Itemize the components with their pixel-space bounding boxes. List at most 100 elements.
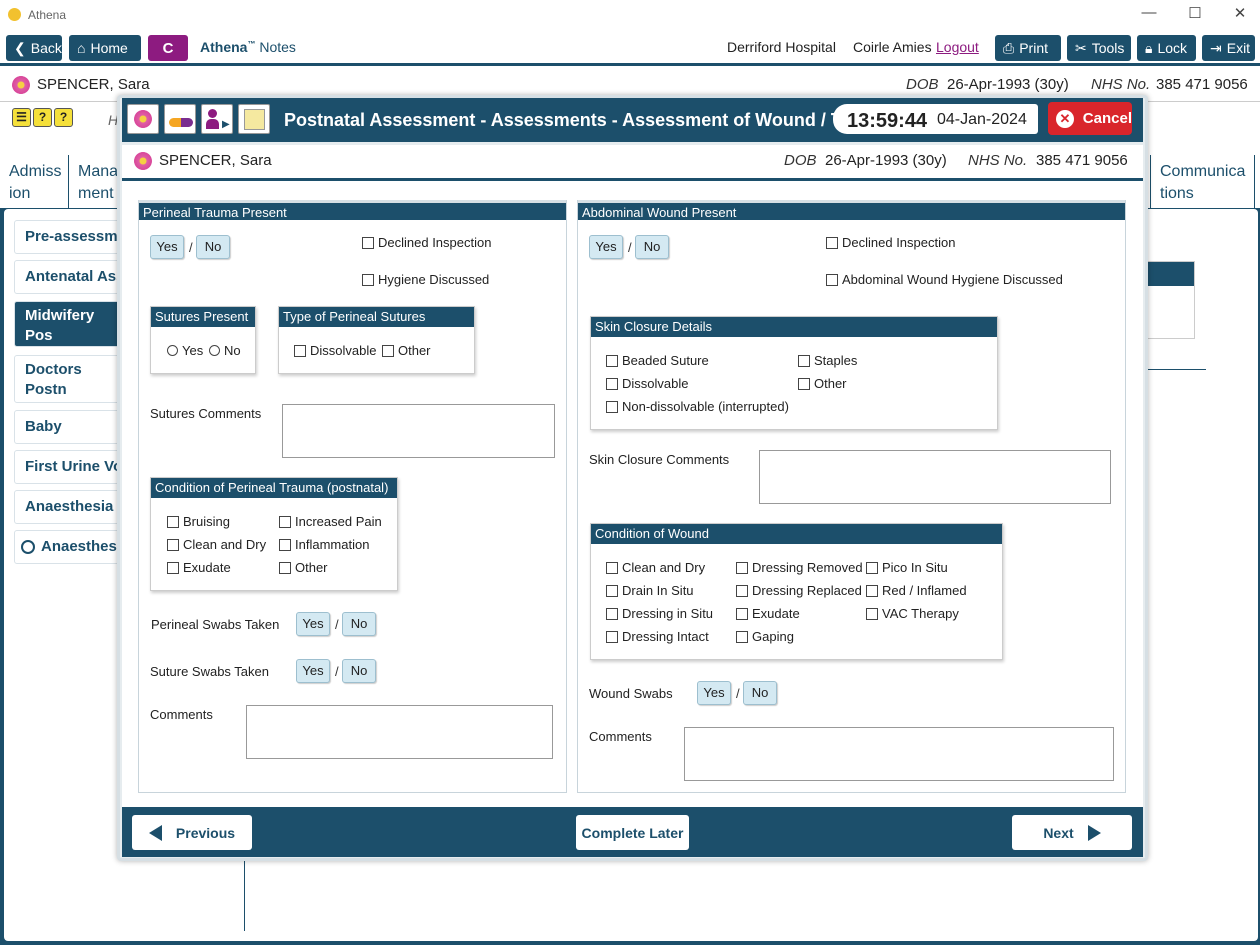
complete-later-button[interactable]: Complete Later <box>576 815 689 850</box>
staples-checkbox[interactable]: Staples <box>798 353 857 368</box>
background-divider <box>1142 369 1206 370</box>
current-date: 04-Jan-2024 <box>937 111 1027 128</box>
dissolvable-checkbox[interactable]: Dissolvable <box>294 343 376 358</box>
vac-therapy-checkbox[interactable]: VAC Therapy <box>866 606 959 621</box>
sidebar-item-first-urine[interactable]: First Urine Voi <box>14 450 134 484</box>
hospital-name: Derriford Hospital <box>727 39 836 55</box>
clean-dry-checkbox[interactable]: Clean and Dry <box>167 537 266 552</box>
medication-icon[interactable] <box>164 104 196 134</box>
lock-icon: 🔒︎ <box>1145 39 1153 56</box>
exit-icon: ⇥ <box>1210 39 1222 56</box>
bruising-checkbox[interactable]: Bruising <box>167 514 230 529</box>
wound-clean-dry-checkbox[interactable]: Clean and Dry <box>606 560 705 575</box>
chevron-left-icon: ❮ <box>14 39 26 56</box>
window-title: Athena <box>28 8 67 22</box>
pico-in-situ-checkbox[interactable]: Pico In Situ <box>866 560 948 575</box>
next-button[interactable]: Next <box>1012 815 1132 850</box>
declined-inspection-checkbox[interactable]: Declined Inspection <box>362 235 491 250</box>
dob-label: DOB <box>784 152 817 169</box>
dressing-replaced-checkbox[interactable]: Dressing Replaced <box>736 583 862 598</box>
sidebar-item-anaesthesia[interactable]: Anaesthesia <box>14 530 134 564</box>
wound-swabs-no-button[interactable]: No <box>743 681 777 705</box>
tools-button[interactable]: ✂ Tools <box>1067 35 1131 61</box>
suture-type-header: Type of Perineal Sutures <box>279 307 474 327</box>
gaping-checkbox[interactable]: Gaping <box>736 629 794 644</box>
user-name: Coirle Amies <box>853 39 932 55</box>
dressing-removed-checkbox[interactable]: Dressing Removed <box>736 560 863 575</box>
back-button[interactable]: ❮ Back <box>6 35 62 61</box>
sidebar-item-baby[interactable]: Baby <box>14 410 134 444</box>
wound-swabs-yes-button[interactable]: Yes <box>697 681 731 705</box>
right-comments-textarea[interactable] <box>684 727 1114 781</box>
skin-dissolvable-checkbox[interactable]: Dissolvable <box>606 376 688 391</box>
tab-admission[interactable]: Admiss ion <box>0 155 69 209</box>
maximize-icon[interactable]: ☐ <box>1180 4 1210 22</box>
sidebar-item-pre-assessment[interactable]: Pre-assessmen <box>14 220 134 254</box>
cancel-button[interactable]: ✕ Cancel <box>1048 102 1132 135</box>
notes-icon[interactable] <box>238 104 270 134</box>
skin-comments-label: Skin Closure Comments <box>589 452 730 467</box>
sidebar-item-doctors-postnatal[interactable]: Doctors Postn Assessments <box>14 355 134 403</box>
arrow-right-icon <box>1087 824 1101 841</box>
sidebar-item-anaesthesia-in[interactable]: Anaesthesia In <box>14 490 134 524</box>
close-window-icon[interactable]: ✕ <box>1225 4 1255 22</box>
logout-link[interactable]: Logout <box>936 39 979 55</box>
abdominal-declined-checkbox[interactable]: Declined Inspection <box>826 235 955 250</box>
perineal-swabs-yes-button[interactable]: Yes <box>296 612 330 636</box>
flower-icon[interactable] <box>127 104 159 134</box>
condition-other-checkbox[interactable]: Other <box>279 560 328 575</box>
sidebar-item-midwifery-postnatal[interactable]: Midwifery Pos Assessments <box>14 301 134 347</box>
abdominal-no-button[interactable]: No <box>635 235 669 259</box>
abdominal-hygiene-checkbox[interactable]: Abdominal Wound Hygiene Discussed <box>826 272 1063 287</box>
dob-label: DOB <box>906 76 939 93</box>
increased-pain-checkbox[interactable]: Increased Pain <box>279 514 382 529</box>
wound-exudate-checkbox[interactable]: Exudate <box>736 606 800 621</box>
sidebar-item-antenatal[interactable]: Antenatal Ass <box>14 260 134 294</box>
exudate-checkbox[interactable]: Exudate <box>167 560 231 575</box>
drain-in-situ-checkbox[interactable]: Drain In Situ <box>606 583 694 598</box>
abdominal-wound-header: Abdominal Wound Present <box>578 200 1125 220</box>
red-inflamed-checkbox[interactable]: Red / Inflamed <box>866 583 967 598</box>
c-button[interactable]: C <box>148 35 188 61</box>
perineal-swabs-label: Perineal Swabs Taken <box>151 617 280 632</box>
sutures-present-header: Sutures Present <box>151 307 255 327</box>
exit-button[interactable]: ⇥ Exit <box>1202 35 1255 61</box>
abdominal-yes-button[interactable]: Yes <box>589 235 623 259</box>
dressing-in-situ-checkbox[interactable]: Dressing in Situ <box>606 606 713 621</box>
wound-condition-header: Condition of Wound <box>591 524 1002 544</box>
dressing-intact-checkbox[interactable]: Dressing Intact <box>606 629 709 644</box>
lock-button[interactable]: 🔒︎ Lock <box>1137 35 1196 61</box>
suture-other-checkbox[interactable]: Other <box>382 343 431 358</box>
help-icon[interactable]: ? <box>33 108 52 127</box>
minimize-icon[interactable]: — <box>1134 4 1164 21</box>
help-icon-2[interactable]: ? <box>54 108 73 127</box>
nhs-label: NHS No. <box>968 152 1028 169</box>
sutures-yes-radio[interactable]: Yes <box>167 343 203 358</box>
alert-note-icon[interactable]: ☰ <box>12 108 31 127</box>
suture-swabs-yes-button[interactable]: Yes <box>296 659 330 683</box>
home-button[interactable]: ⌂ Home <box>69 35 141 61</box>
perineal-trauma-header: Perineal Trauma Present <box>139 200 566 220</box>
left-comments-textarea[interactable] <box>246 705 553 759</box>
tab-communications[interactable]: Communica tions <box>1150 155 1255 209</box>
arrow-left-icon <box>148 824 162 841</box>
sutures-comments-textarea[interactable] <box>282 404 555 458</box>
perineal-swabs-no-button[interactable]: No <box>342 612 376 636</box>
radio-circle-icon <box>21 540 35 554</box>
patient-transfer-icon[interactable]: ▶ <box>201 104 233 134</box>
slash: / <box>628 240 632 255</box>
sutures-no-radio[interactable]: No <box>209 343 241 358</box>
print-button[interactable]: ⎙ Print <box>995 35 1061 61</box>
non-dissolvable-checkbox[interactable]: Non-dissolvable (interrupted) <box>606 399 789 414</box>
skin-other-checkbox[interactable]: Other <box>798 376 847 391</box>
dob-value: 26-Apr-1993 (30y) <box>947 76 1069 93</box>
previous-button[interactable]: Previous <box>132 815 252 850</box>
window-titlebar: Athena — ☐ ✕ <box>0 0 1260 30</box>
hygiene-discussed-checkbox[interactable]: Hygiene Discussed <box>362 272 489 287</box>
perineal-yes-button[interactable]: Yes <box>150 235 184 259</box>
beaded-suture-checkbox[interactable]: Beaded Suture <box>606 353 709 368</box>
inflammation-checkbox[interactable]: Inflammation <box>279 537 369 552</box>
perineal-no-button[interactable]: No <box>196 235 230 259</box>
suture-swabs-no-button[interactable]: No <box>342 659 376 683</box>
skin-comments-textarea[interactable] <box>759 450 1111 504</box>
